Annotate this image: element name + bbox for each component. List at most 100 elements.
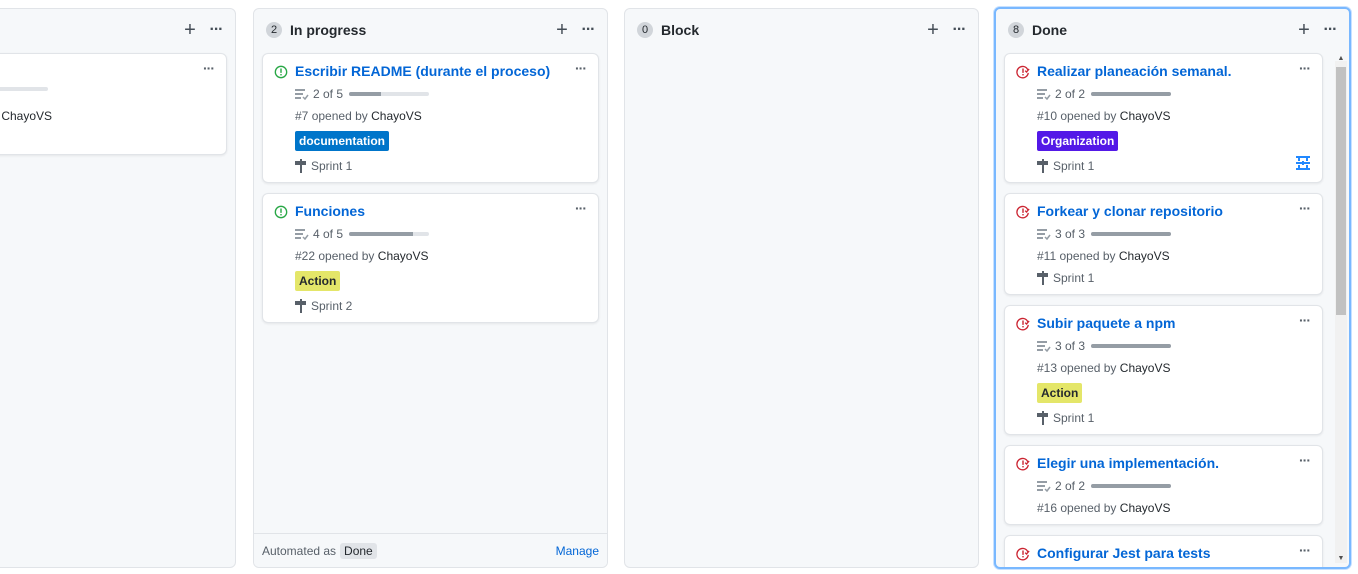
issue-title-link[interactable]: Realizar planeación semanal.: [1037, 63, 1232, 79]
card-menu-button[interactable]: ···: [203, 60, 215, 76]
milestone-text: Sprint 1: [1053, 411, 1095, 425]
milestone-icon: [295, 159, 306, 173]
progress-text: 2 of 5: [313, 87, 344, 101]
issue-card[interactable]: Forkear y clonar repositorio ··· 3 of 3 …: [1004, 193, 1323, 295]
issue-number: #10: [1037, 109, 1058, 123]
issue-opened-meta: #22 opened by ChayoVS: [295, 249, 428, 263]
scroll-down-arrow-icon[interactable]: ▼: [1335, 555, 1347, 563]
issue-opened-meta: #10 opened by ChayoVS: [1037, 109, 1170, 123]
tasklist-icon: [295, 89, 309, 100]
column-title: Block: [661, 22, 700, 38]
progress-text: 3 of 3: [1055, 339, 1086, 353]
add-card-button[interactable]: +: [179, 19, 201, 41]
label-action[interactable]: Action: [1037, 383, 1083, 403]
issue-card[interactable]: Configurar Jest para tests ···: [1004, 535, 1323, 567]
issue-closed-icon: [1016, 457, 1030, 471]
issue-title-link[interactable]: Forkear y clonar repositorio: [1037, 203, 1223, 219]
milestone-text: Sprint 1: [311, 159, 353, 173]
scroll-up-arrow-icon[interactable]: ▲: [1335, 55, 1347, 63]
column-header: 8 Done + ···: [996, 9, 1349, 51]
issue-card[interactable]: ··· y ChayoVS: [0, 53, 227, 155]
column-scrollbar[interactable]: ▲ ▼: [1335, 55, 1347, 563]
author-link[interactable]: ChayoVS: [378, 249, 429, 263]
issue-title-link[interactable]: Elegir una implementación.: [1037, 455, 1219, 471]
tasklist-icon: [1037, 229, 1051, 240]
milestone-link[interactable]: Sprint 2: [295, 299, 352, 313]
milestone-link[interactable]: Sprint 1: [295, 159, 352, 173]
add-card-button[interactable]: +: [551, 19, 573, 41]
task-progress: 2 of 2: [1037, 479, 1172, 493]
board-column-in-progress: 2 In progress + ··· Escribir README (dur…: [253, 8, 608, 568]
column-header: 2 In progress + ···: [254, 9, 607, 51]
issue-card[interactable]: Escribir README (durante el proceso) ···…: [262, 53, 599, 183]
issue-card[interactable]: Realizar planeación semanal. ··· 2 of 2 …: [1004, 53, 1323, 183]
progress-bar: [1091, 92, 1172, 96]
author-link[interactable]: ChayoVS: [1120, 501, 1171, 515]
card-menu-button[interactable]: ···: [1299, 452, 1311, 468]
label-documentation[interactable]: documentation: [295, 131, 389, 151]
tasklist-icon: [1037, 481, 1051, 492]
opened-text: opened by: [1059, 249, 1116, 263]
milestone-text: Sprint 2: [311, 299, 353, 313]
add-card-button[interactable]: +: [922, 19, 944, 41]
kebab-icon: ···: [1323, 21, 1338, 38]
add-card-button[interactable]: +: [1293, 19, 1315, 41]
issue-card[interactable]: Elegir una implementación. ··· 2 of 2 #1…: [1004, 445, 1323, 525]
author-link[interactable]: ChayoVS: [1, 109, 52, 123]
issue-closed-icon: [1016, 317, 1030, 331]
task-progress: 3 of 3: [1037, 227, 1172, 241]
issue-opened-icon: [274, 65, 288, 79]
card-menu-button[interactable]: ···: [1299, 312, 1311, 328]
card-menu-button[interactable]: ···: [575, 60, 587, 76]
milestone-link[interactable]: Sprint 1: [1037, 159, 1094, 173]
issue-title-link[interactable]: Configurar Jest para tests: [1037, 545, 1211, 561]
issue-closed-icon: [1016, 65, 1030, 79]
issue-number: #22: [295, 249, 316, 263]
progress-bar: [349, 232, 430, 236]
issue-title-link[interactable]: Funciones: [295, 203, 365, 219]
kebab-icon: ···: [209, 21, 224, 38]
manage-automation-link[interactable]: Manage: [556, 544, 599, 558]
automated-label: Automated as: [262, 543, 337, 558]
milestone-link[interactable]: Sprint 1: [1037, 271, 1094, 285]
column-title: In progress: [290, 22, 367, 38]
progress-bar: [349, 92, 430, 96]
issue-opened-icon: [274, 205, 288, 219]
progress-text: 2 of 2: [1055, 479, 1086, 493]
column-menu-button[interactable]: ···: [1319, 19, 1341, 41]
author-link[interactable]: ChayoVS: [371, 109, 422, 123]
tasklist-icon: [1037, 341, 1051, 352]
card-menu-button[interactable]: ···: [1299, 200, 1311, 216]
column-menu-button[interactable]: ···: [577, 19, 599, 41]
issue-opened-meta: #16 opened by ChayoVS: [1037, 501, 1170, 515]
progress-text: 3 of 3: [1055, 227, 1086, 241]
opened-text: opened by: [1060, 109, 1117, 123]
task-progress: 4 of 5: [295, 227, 430, 241]
label-organization[interactable]: Organization: [1037, 131, 1119, 151]
milestone-icon: [295, 299, 306, 313]
opened-text: opened by: [318, 249, 375, 263]
issue-card[interactable]: Subir paquete a npm ··· 3 of 3 #13 opene…: [1004, 305, 1323, 435]
plus-icon: +: [927, 19, 939, 41]
card-menu-button[interactable]: ···: [1299, 60, 1311, 76]
issue-card[interactable]: Funciones ··· 4 of 5 #22 opened by Chayo…: [262, 193, 599, 323]
author-link[interactable]: ChayoVS: [1119, 249, 1170, 263]
issue-number: #11: [1037, 249, 1057, 263]
author-link[interactable]: ChayoVS: [1120, 109, 1171, 123]
project-icon[interactable]: [1294, 154, 1312, 172]
progress-text: 4 of 5: [313, 227, 344, 241]
milestone-icon: [1037, 159, 1048, 173]
scrollbar-thumb[interactable]: [1336, 67, 1346, 315]
card-menu-button[interactable]: ···: [1299, 542, 1311, 558]
column-menu-button[interactable]: ···: [205, 19, 227, 41]
milestone-link[interactable]: Sprint 1: [1037, 411, 1094, 425]
column-menu-button[interactable]: ···: [948, 19, 970, 41]
progress-text: 2 of 2: [1055, 87, 1086, 101]
label-action[interactable]: Action: [295, 271, 341, 291]
author-link[interactable]: ChayoVS: [1120, 361, 1171, 375]
card-menu-button[interactable]: ···: [575, 200, 587, 216]
plus-icon: +: [556, 19, 568, 41]
issue-title-link[interactable]: Escribir README (durante el proceso): [295, 63, 550, 79]
column-card-count: 0: [637, 22, 653, 38]
issue-title-link[interactable]: Subir paquete a npm: [1037, 315, 1175, 331]
